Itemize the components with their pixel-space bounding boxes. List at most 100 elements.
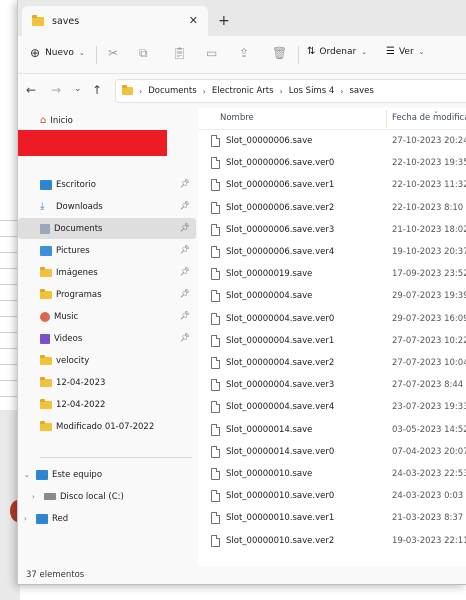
file-row[interactable]: Slot_00000006.save.ver4 19-10-2023 20:37 [198, 242, 466, 264]
nav-item-escritorio[interactable]: Escritorio 📌︎ [18, 174, 196, 195]
pin-icon[interactable]: 📌︎ [180, 245, 190, 254]
home-icon: ⌂ [40, 115, 47, 126]
file-date: 24-03-2023 22:53 [392, 469, 466, 479]
file-row[interactable]: Slot_00000004.save.ver4 23-07-2023 19:33 [198, 397, 466, 419]
file-row[interactable]: Slot_00000010.save.ver1 21-03-2023 8:37 [198, 508, 466, 530]
file-row[interactable]: Slot_00000006.save.ver3 21-10-2023 18:02 [198, 220, 466, 242]
pin-icon[interactable]: 📌︎ [180, 333, 190, 342]
file-row[interactable]: Slot_00000004.save.ver3 27-07-2023 8:44 [198, 375, 466, 397]
close-tab-icon[interactable]: ✕ [189, 14, 198, 27]
chevron-down-icon: ⌄ [361, 47, 368, 56]
nav-item-12-04-2022[interactable]: 12-04-2022 [18, 394, 196, 415]
paste-button[interactable]: 📋︎ [172, 46, 187, 60]
command-bar: ⊕ Nuevo ⌄ ✂ ⧉ 📋︎ ▭ ⇪ 🗑︎ ⇅ Ordenar ⌄ ☰ Ve… [18, 36, 466, 74]
file-row[interactable]: Slot_00000006.save.ver2 22-10-2023 8:10 [198, 198, 466, 220]
file-row[interactable]: Slot_00000006.save 27-10-2023 20:24 [198, 131, 466, 153]
pin-icon[interactable]: 📌︎ [180, 201, 190, 210]
drive-icon [44, 493, 56, 500]
nav-item-modificado-01-07-2022[interactable]: Modificado 01-07-2022 [18, 416, 196, 437]
file-row[interactable]: Slot_00000010.save.ver2 19-03-2023 22:11 [198, 531, 466, 553]
column-header-date[interactable]: Fecha de modificación [392, 113, 466, 123]
copy-icon: ⧉ [139, 46, 148, 60]
nav-item-local-disk[interactable]: › Disco local (C:) [18, 486, 196, 507]
file-row[interactable]: Slot_00000006.save.ver0 22-10-2023 19:35 [198, 153, 466, 175]
file-row[interactable]: Slot_00000004.save 29-07-2023 19:39 [198, 286, 466, 308]
new-button[interactable]: ⊕ Nuevo ⌄ [30, 46, 85, 60]
chevron-right-icon: › [139, 86, 143, 96]
nav-item-documents[interactable]: Documents 📌︎ [18, 218, 196, 239]
file-icon [211, 223, 220, 236]
file-row[interactable]: Slot_00000004.save.ver2 27-07-2023 10:04 [198, 353, 466, 375]
pin-icon[interactable]: 📌︎ [180, 289, 190, 298]
breadcrumb-documents[interactable]: Documents [148, 86, 196, 96]
nav-item-programas[interactable]: Programas 📌︎ [18, 284, 196, 305]
delete-button[interactable]: 🗑︎ [272, 46, 287, 60]
rename-button[interactable]: ▭ [206, 46, 217, 60]
nav-item-label: Este equipo [52, 469, 103, 480]
download-icon: ⤓ [40, 200, 45, 212]
nav-item-label: 12-04-2022 [56, 399, 106, 410]
folder-icon [40, 376, 52, 387]
nav-item-this-pc[interactable]: ⌄ Este equipo [18, 464, 196, 485]
breadcrumb-saves[interactable]: saves [349, 86, 373, 96]
new-tab-button[interactable]: + [218, 14, 230, 28]
toolbar-divider [96, 46, 97, 64]
pin-icon[interactable]: 📌︎ [180, 267, 190, 276]
tab-bar: saves ✕ + [18, 0, 466, 36]
column-header-name[interactable]: Nombre [220, 113, 254, 123]
file-name: Slot_00000019.save [226, 269, 313, 280]
nav-item-label: Disco local (C:) [60, 491, 124, 502]
file-name: Slot_00000006.save.ver0 [226, 158, 335, 169]
pin-icon[interactable]: 📌︎ [180, 311, 190, 320]
nav-item-velocity[interactable]: velocity [18, 350, 196, 371]
recent-chevron-icon[interactable]: ⌄ [74, 84, 82, 94]
nav-item-label: Imágenes [56, 267, 98, 278]
file-row[interactable]: Slot_00000019.save 17-09-2023 23:52 [198, 264, 466, 286]
nav-item-12-04-2023[interactable]: 12-04-2023 [18, 372, 196, 393]
scissors-icon: ✂ [108, 46, 119, 60]
view-button[interactable]: ☰ Ver ⌄ [386, 46, 425, 57]
nav-item-music[interactable]: Music 📌︎ [18, 306, 196, 327]
file-row[interactable]: Slot_00000004.save.ver0 29-07-2023 16:09 [198, 309, 466, 331]
file-date: 23-07-2023 19:33 [392, 402, 466, 413]
file-row[interactable]: Slot_00000006.save.ver1 22-10-2023 11:32 [198, 175, 466, 197]
back-arrow-icon[interactable]: ← [26, 83, 36, 97]
pin-icon[interactable]: 📌︎ [180, 179, 190, 188]
nav-item-home[interactable]: ⌂ Inicio [18, 110, 196, 131]
file-row[interactable]: Slot_00000014.save 03-05-2023 14:52 [198, 420, 466, 442]
nav-item-label: velocity [56, 355, 90, 366]
file-name: Slot_00000014.save [226, 424, 313, 435]
file-icon [211, 246, 220, 258]
nav-item-pictures[interactable]: Pictures 📌︎ [18, 240, 196, 261]
file-row[interactable]: Slot_00000014.save.ver0 07-04-2023 20:07 [198, 442, 466, 464]
pin-icon[interactable]: 📌︎ [180, 223, 190, 232]
file-name: Slot_00000006.save.ver1 [226, 180, 335, 191]
nav-item-downloads[interactable]: ⤓ Downloads 📌︎ [18, 196, 196, 217]
breadcrumb-electronic-arts[interactable]: Electronic Arts [212, 86, 274, 96]
nav-item-videos[interactable]: Videos 📌︎ [18, 328, 196, 349]
file-name: Slot_00000014.save.ver0 [226, 446, 335, 457]
tab-saves[interactable]: saves ✕ [22, 6, 208, 36]
file-date: 07-04-2023 20:07 [392, 446, 466, 457]
file-icon [211, 312, 220, 325]
column-divider[interactable] [386, 110, 387, 128]
sort-button[interactable]: ⇅ Ordenar ⌄ [307, 46, 367, 57]
address-bar[interactable]: › Documents › Electronic Arts › Los Sims… [115, 79, 466, 103]
file-row[interactable]: Slot_00000004.save.ver1 27-07-2023 10:22 [198, 331, 466, 353]
forward-arrow-icon[interactable]: → [51, 83, 61, 97]
copy-button[interactable]: ⧉ [139, 46, 148, 61]
file-date: 03-05-2023 14:52 [392, 424, 466, 435]
share-button[interactable]: ⇪ [239, 46, 249, 60]
address-row: ← → ⌄ ↑ › Documents › Electronic Arts › … [18, 75, 466, 107]
file-row[interactable]: Slot_00000010.save.ver0 24-03-2023 0:03 [198, 486, 466, 508]
folder-icon [40, 288, 52, 299]
breadcrumb-los-sims-4[interactable]: Los Sims 4 [289, 86, 335, 96]
cut-button[interactable]: ✂ [108, 46, 118, 60]
clipboard-icon: 📋︎ [172, 46, 188, 60]
share-icon: ⇪ [239, 46, 250, 60]
nav-item-network[interactable]: › Red [18, 508, 196, 529]
up-arrow-icon[interactable]: ↑ [92, 83, 102, 97]
file-icon [211, 357, 220, 369]
nav-item-im-genes[interactable]: Imágenes 📌︎ [18, 262, 196, 283]
file-row[interactable]: Slot_00000010.save 24-03-2023 22:53 [198, 464, 466, 486]
